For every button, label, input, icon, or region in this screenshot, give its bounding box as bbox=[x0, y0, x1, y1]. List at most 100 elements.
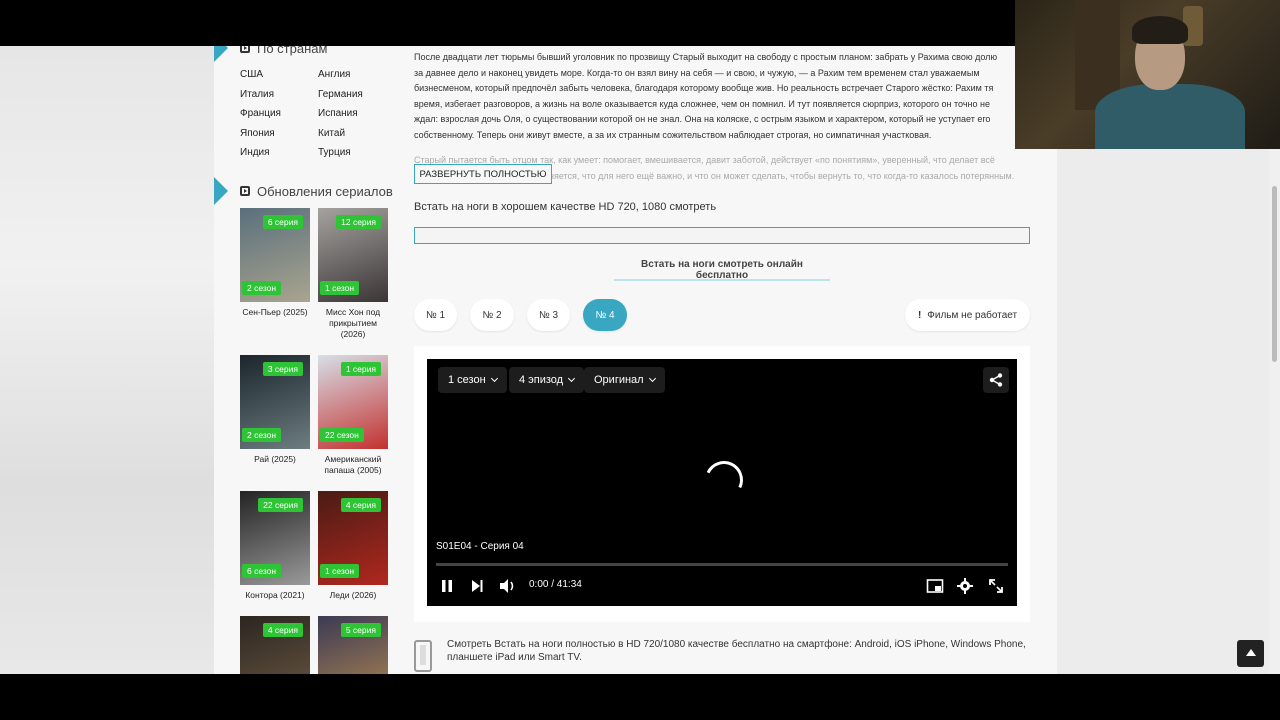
audio-dropdown-label: Оригинал bbox=[594, 374, 644, 386]
series-card[interactable]: 1 серия 22 сезон Американский папаша (20… bbox=[318, 355, 388, 476]
time-display: 0:00 / 41:34 bbox=[529, 579, 582, 590]
episode-badge: 22 серия bbox=[258, 498, 303, 512]
series-title[interactable]: Сен-Пьер (2025) bbox=[240, 307, 310, 318]
season-badge: 6 сезон bbox=[242, 564, 282, 578]
audio-dropdown[interactable]: Оригинал bbox=[584, 367, 665, 393]
share-icon bbox=[989, 373, 1003, 387]
country-link[interactable]: Италия bbox=[240, 88, 318, 102]
quality-heading: Встать на ноги в хорошем качестве HD 720… bbox=[414, 201, 717, 213]
countries-heading: По странам bbox=[214, 46, 327, 62]
video-player[interactable]: 1 сезон 4 эпизод Оригинал S01E04 - Серия… bbox=[427, 359, 1017, 606]
smartphone-icon bbox=[414, 640, 432, 672]
progress-bar[interactable] bbox=[436, 563, 1008, 566]
series-title[interactable]: Контора (2021) bbox=[240, 590, 310, 601]
season-badge: 2 сезон bbox=[242, 281, 282, 295]
play-square-icon bbox=[240, 46, 250, 53]
updates-heading: Обновления сериалов bbox=[214, 177, 393, 205]
country-link[interactable]: Германия bbox=[318, 88, 396, 102]
webcam-person-body bbox=[1095, 84, 1245, 149]
series-title[interactable]: Американский папаша (2005) bbox=[318, 454, 388, 476]
tab-underline bbox=[614, 279, 830, 281]
series-title[interactable]: Рай (2025) bbox=[240, 454, 310, 465]
chevron-down-icon bbox=[568, 374, 576, 383]
player-tab-2[interactable]: № 2 bbox=[470, 299, 514, 331]
description-text: После двадцати лет тюрьмы бывший уголовн… bbox=[414, 52, 998, 140]
player-tab-1[interactable]: № 1 bbox=[414, 299, 457, 331]
webcam-overlay bbox=[1015, 0, 1280, 149]
episode-badge: 3 серия bbox=[262, 362, 303, 376]
series-card[interactable]: 5 серия bbox=[318, 616, 388, 674]
season-badge: 2 сезон bbox=[242, 428, 282, 442]
series-card[interactable]: 4 серия 1 сезон Леди (2026) bbox=[318, 491, 388, 601]
exclamation-icon: ! bbox=[917, 309, 922, 321]
settings-gear-icon[interactable] bbox=[956, 577, 974, 595]
quality-bar bbox=[414, 227, 1030, 244]
country-link[interactable]: Франция bbox=[240, 107, 318, 121]
series-poster[interactable]: 12 серия 1 сезон bbox=[318, 208, 388, 302]
series-poster[interactable]: 4 серия 1 сезон bbox=[318, 491, 388, 585]
episode-dropdown[interactable]: 4 эпизод bbox=[509, 367, 585, 393]
page-content: По странам США Англия Италия Германия Фр… bbox=[214, 46, 1057, 674]
main-content: После двадцати лет тюрьмы бывший уголовн… bbox=[414, 46, 1030, 674]
series-poster[interactable]: 5 серия bbox=[318, 616, 388, 674]
series-poster[interactable]: 4 серия bbox=[240, 616, 310, 674]
chevron-down-icon bbox=[490, 374, 498, 383]
episode-dropdown-label: 4 эпизод bbox=[519, 374, 564, 386]
country-link[interactable]: Индия bbox=[240, 146, 318, 160]
season-badge: 22 сезон bbox=[320, 428, 364, 442]
season-dropdown[interactable]: 1 сезон bbox=[438, 367, 507, 393]
country-link[interactable]: Турция bbox=[318, 146, 396, 160]
episode-badge: 1 серия bbox=[340, 362, 381, 376]
report-broken-label: Фильм не работает bbox=[927, 309, 1018, 321]
series-poster[interactable]: 1 серия 22 сезон bbox=[318, 355, 388, 449]
heading-marker bbox=[214, 177, 228, 205]
series-poster[interactable]: 22 серия 6 сезон bbox=[240, 491, 310, 585]
episode-badge: 6 серия bbox=[262, 215, 303, 229]
sidebar: По странам США Англия Италия Германия Фр… bbox=[214, 46, 399, 674]
series-poster[interactable]: 6 серия 2 сезон bbox=[240, 208, 310, 302]
country-link[interactable]: США bbox=[240, 68, 318, 82]
series-card[interactable]: 6 серия 2 сезон Сен-Пьер (2025) bbox=[240, 208, 310, 318]
scrollbar-thumb[interactable] bbox=[1272, 186, 1277, 362]
background-left bbox=[0, 46, 214, 674]
series-title[interactable]: Леди (2026) bbox=[318, 590, 388, 601]
episode-badge: 4 серия bbox=[262, 623, 303, 637]
chevron-down-icon bbox=[648, 374, 656, 383]
season-badge: 1 сезон bbox=[320, 281, 360, 295]
picture-in-picture-icon[interactable] bbox=[926, 577, 944, 595]
report-broken-button[interactable]: ! Фильм не работает bbox=[905, 299, 1030, 331]
episode-badge: 4 серия bbox=[340, 498, 381, 512]
country-link[interactable]: Испания bbox=[318, 107, 396, 121]
updates-heading-label: Обновления сериалов bbox=[257, 183, 393, 199]
volume-icon[interactable] bbox=[498, 577, 518, 595]
loading-spinner-icon bbox=[699, 455, 749, 505]
episode-badge: 5 серия bbox=[340, 623, 381, 637]
scroll-to-top-button[interactable] bbox=[1237, 640, 1264, 667]
episode-title: S01E04 - Серия 04 bbox=[436, 541, 524, 552]
fullscreen-icon[interactable] bbox=[987, 577, 1005, 595]
next-icon[interactable] bbox=[468, 577, 486, 595]
tab-watch-online[interactable]: Встать на ноги смотреть онлайн бесплатно bbox=[614, 259, 830, 281]
webcam-person-hair bbox=[1132, 16, 1188, 44]
season-badge: 1 сезон bbox=[320, 564, 360, 578]
series-poster[interactable]: 3 серия 2 сезон bbox=[240, 355, 310, 449]
player-tab-3[interactable]: № 3 bbox=[527, 299, 570, 331]
series-title[interactable]: Мисс Хон под прикрытием (2026) bbox=[318, 307, 388, 340]
countries-heading-label: По странам bbox=[257, 46, 328, 56]
series-card[interactable]: 12 серия 1 сезон Мисс Хон под прикрытием… bbox=[318, 208, 388, 340]
series-card[interactable]: 4 серия bbox=[240, 616, 310, 674]
country-link[interactable]: Англия bbox=[318, 68, 396, 82]
series-card[interactable]: 3 серия 2 сезон Рай (2025) bbox=[240, 355, 310, 465]
series-card[interactable]: 22 серия 6 сезон Контора (2021) bbox=[240, 491, 310, 601]
share-button[interactable] bbox=[983, 367, 1009, 393]
heading-marker bbox=[214, 46, 228, 62]
pause-icon[interactable] bbox=[438, 577, 456, 595]
country-link[interactable]: Япония bbox=[240, 127, 318, 141]
expand-description-button[interactable]: РАЗВЕРНУТЬ ПОЛНОСТЬЮ bbox=[414, 164, 552, 184]
episode-badge: 12 серия bbox=[336, 215, 381, 229]
country-link[interactable]: Китай bbox=[318, 127, 396, 141]
season-dropdown-label: 1 сезон bbox=[448, 374, 486, 386]
player-tab-4[interactable]: № 4 bbox=[583, 299, 627, 331]
player-container: 1 сезон 4 эпизод Оригинал S01E04 - Серия… bbox=[414, 346, 1030, 622]
play-square-icon bbox=[240, 186, 250, 196]
